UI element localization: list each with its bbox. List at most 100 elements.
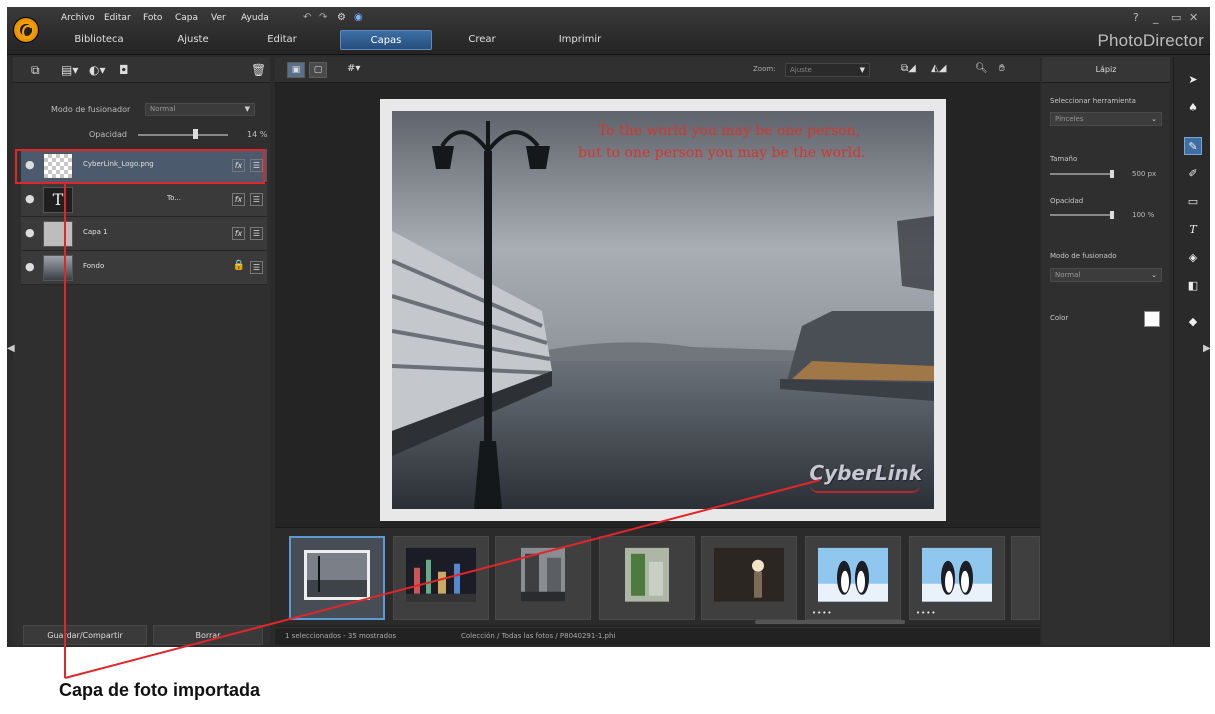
film-thumb-sunset[interactable] bbox=[701, 536, 797, 620]
layer-menu-icon[interactable]: ▤▾ bbox=[61, 63, 78, 77]
eye-icon[interactable]: ● bbox=[25, 192, 35, 205]
text-layer-icon: T bbox=[43, 187, 73, 213]
layer-row-capa-1[interactable]: ● Capa 1 fx ☰ bbox=[21, 217, 267, 251]
film-thumb-partial[interactable] bbox=[1011, 536, 1040, 620]
plants-thumbnail bbox=[625, 547, 669, 602]
compare-icon[interactable]: ◭◢ bbox=[931, 63, 946, 74]
film-thumb-plants[interactable] bbox=[599, 536, 695, 620]
pencil-icon[interactable]: ✎ bbox=[1184, 137, 1202, 155]
magnifier-icon[interactable]: 🔍︎ bbox=[975, 63, 988, 74]
tool-select-value: Pinceles bbox=[1055, 115, 1084, 123]
opacity-label: Opacidad bbox=[89, 130, 127, 139]
harbor-photo: To the world you may be one person, but … bbox=[392, 111, 934, 509]
menu-ver[interactable]: Ver bbox=[211, 13, 226, 23]
adjust-layer-icon[interactable]: ◐▾ bbox=[89, 63, 106, 77]
maximize-button[interactable]: ▭ bbox=[1171, 11, 1181, 24]
blend-mode-select[interactable]: Normal ▼ bbox=[145, 103, 255, 116]
viewer-area: ▣ ▢ #▾ Zoom: Ajuste ▼ ⧉◢ ◭◢ 🔍︎ ✋︎ To the… bbox=[275, 57, 1040, 645]
blur-drop-icon[interactable]: ◆ bbox=[1184, 313, 1202, 331]
zoom-select[interactable]: Ajuste ▼ bbox=[785, 63, 870, 77]
layer-row-fondo[interactable]: ● Fondo 🔒 ☰ bbox=[21, 251, 267, 285]
info-icon[interactable]: ◉ bbox=[354, 12, 363, 23]
layer-options-icon[interactable]: ☰ bbox=[250, 227, 263, 240]
street-thumbnail bbox=[521, 547, 565, 602]
hand-tool-icon[interactable]: ✋︎ bbox=[999, 63, 1005, 74]
brush-blend-value: Normal bbox=[1055, 271, 1081, 279]
blend-mode-label: Modo de fusionador bbox=[51, 105, 131, 114]
zoom-label: Zoom: bbox=[753, 65, 776, 73]
layer-thumbnail bbox=[43, 221, 73, 247]
brush-opacity-thumb[interactable] bbox=[1110, 211, 1114, 219]
tab-imprimir[interactable]: Imprimir bbox=[535, 30, 625, 50]
close-button[interactable]: ✕ bbox=[1189, 11, 1198, 24]
eye-icon[interactable]: ● bbox=[25, 226, 35, 239]
app-logo-icon bbox=[13, 17, 39, 43]
tab-editar[interactable]: Editar bbox=[247, 30, 317, 50]
redo-icon[interactable]: ↷ bbox=[319, 12, 327, 23]
arrow-pointer-icon[interactable]: ➤ bbox=[1184, 71, 1202, 89]
menu-foto[interactable]: Foto bbox=[143, 13, 162, 23]
menu-editar[interactable]: Editar bbox=[104, 13, 131, 23]
minimize-button[interactable]: _ bbox=[1153, 11, 1159, 24]
penguins-thumbnail bbox=[818, 547, 888, 602]
clone-stamp-icon[interactable]: ♠ bbox=[1184, 99, 1202, 117]
collection-path: Colección / Todas las fotos / P8040291-1… bbox=[461, 632, 616, 640]
brush-blend-select[interactable]: Normal ⌄ bbox=[1050, 268, 1162, 282]
paint-bucket-icon[interactable]: ◈ bbox=[1184, 249, 1202, 267]
undo-icon[interactable]: ↶ bbox=[303, 12, 311, 23]
size-slider[interactable] bbox=[1050, 173, 1112, 175]
single-view-icon[interactable]: ▣ bbox=[287, 62, 305, 78]
eye-icon[interactable]: ● bbox=[25, 260, 35, 273]
quote-line-2: but to one person you may be the world. bbox=[578, 145, 866, 161]
fit-icon[interactable]: ⧉◢ bbox=[901, 63, 916, 74]
penguins-thumbnail bbox=[922, 547, 992, 602]
fx-icon[interactable]: fx bbox=[232, 227, 245, 240]
new-layer-icon[interactable]: ⧉ bbox=[31, 63, 40, 78]
menu-capa[interactable]: Capa bbox=[175, 13, 198, 23]
film-thumb-city-night[interactable] bbox=[393, 536, 489, 620]
grid-icon[interactable]: #▾ bbox=[347, 63, 360, 74]
rating-stars: •••• bbox=[916, 609, 937, 617]
save-share-button[interactable]: Guardar/Compartir bbox=[23, 625, 147, 645]
brush-opacity-slider[interactable] bbox=[1050, 214, 1112, 216]
harbor-thumbnail bbox=[304, 550, 370, 600]
tab-capas[interactable]: Capas bbox=[340, 30, 432, 50]
filmstrip-scrollbar[interactable] bbox=[755, 620, 905, 624]
text-tool-icon[interactable]: T bbox=[1184, 221, 1202, 239]
photo-canvas[interactable]: To the world you may be one person, but … bbox=[380, 99, 946, 521]
layer-options-icon[interactable]: ☰ bbox=[250, 261, 263, 274]
opacity-slider-thumb[interactable] bbox=[193, 129, 198, 139]
gradient-icon[interactable]: ◧ bbox=[1184, 277, 1202, 295]
cyberlink-logo-watermark: CyberLink bbox=[809, 461, 922, 485]
layer-options-icon[interactable]: ☰ bbox=[250, 193, 263, 206]
collapse-right-icon[interactable]: ▶ bbox=[1203, 343, 1210, 354]
help-button[interactable]: ? bbox=[1133, 11, 1139, 24]
eraser-icon[interactable]: ✐ bbox=[1184, 165, 1202, 183]
layers-panel: ⧉ ▤▾ ◐▾ ◘ 🗑 Modo de fusionador Normal ▼ … bbox=[13, 57, 270, 645]
color-swatch[interactable] bbox=[1144, 311, 1160, 327]
layers-toolbar: ⧉ ▤▾ ◐▾ ◘ 🗑 bbox=[13, 57, 270, 83]
settings-icon[interactable]: ⚙ bbox=[337, 12, 346, 23]
opacity-slider[interactable] bbox=[138, 134, 228, 136]
menu-ayuda[interactable]: Ayuda bbox=[241, 13, 269, 23]
lock-icon[interactable]: 🔒 bbox=[233, 260, 245, 271]
mask-icon[interactable]: ◘ bbox=[119, 63, 129, 77]
opacity-label: Opacidad bbox=[1050, 197, 1084, 205]
fx-icon[interactable]: fx bbox=[232, 193, 245, 206]
delete-button[interactable]: Borrar bbox=[153, 625, 263, 645]
size-slider-thumb[interactable] bbox=[1110, 170, 1114, 178]
tab-ajuste[interactable]: Ajuste bbox=[147, 30, 239, 50]
tab-biblioteca[interactable]: Biblioteca bbox=[59, 30, 139, 50]
film-thumb-street[interactable] bbox=[495, 536, 591, 620]
film-thumb-penguins-2[interactable]: •••• bbox=[909, 536, 1005, 620]
menu-archivo[interactable]: Archivo bbox=[61, 13, 95, 23]
film-thumb-penguins-1[interactable]: •••• bbox=[805, 536, 901, 620]
layer-row-text[interactable]: ● T To... fx ☰ bbox=[21, 183, 267, 217]
film-thumb-harbor[interactable] bbox=[289, 536, 385, 620]
rectangle-icon[interactable]: ▭ bbox=[1184, 193, 1202, 211]
compare-view-icon[interactable]: ▢ bbox=[309, 62, 327, 78]
trash-icon[interactable]: 🗑 bbox=[251, 63, 266, 77]
tab-crear[interactable]: Crear bbox=[442, 30, 522, 50]
collapse-left-icon[interactable]: ◀ bbox=[7, 343, 15, 354]
tool-select[interactable]: Pinceles ⌄ bbox=[1050, 112, 1162, 126]
